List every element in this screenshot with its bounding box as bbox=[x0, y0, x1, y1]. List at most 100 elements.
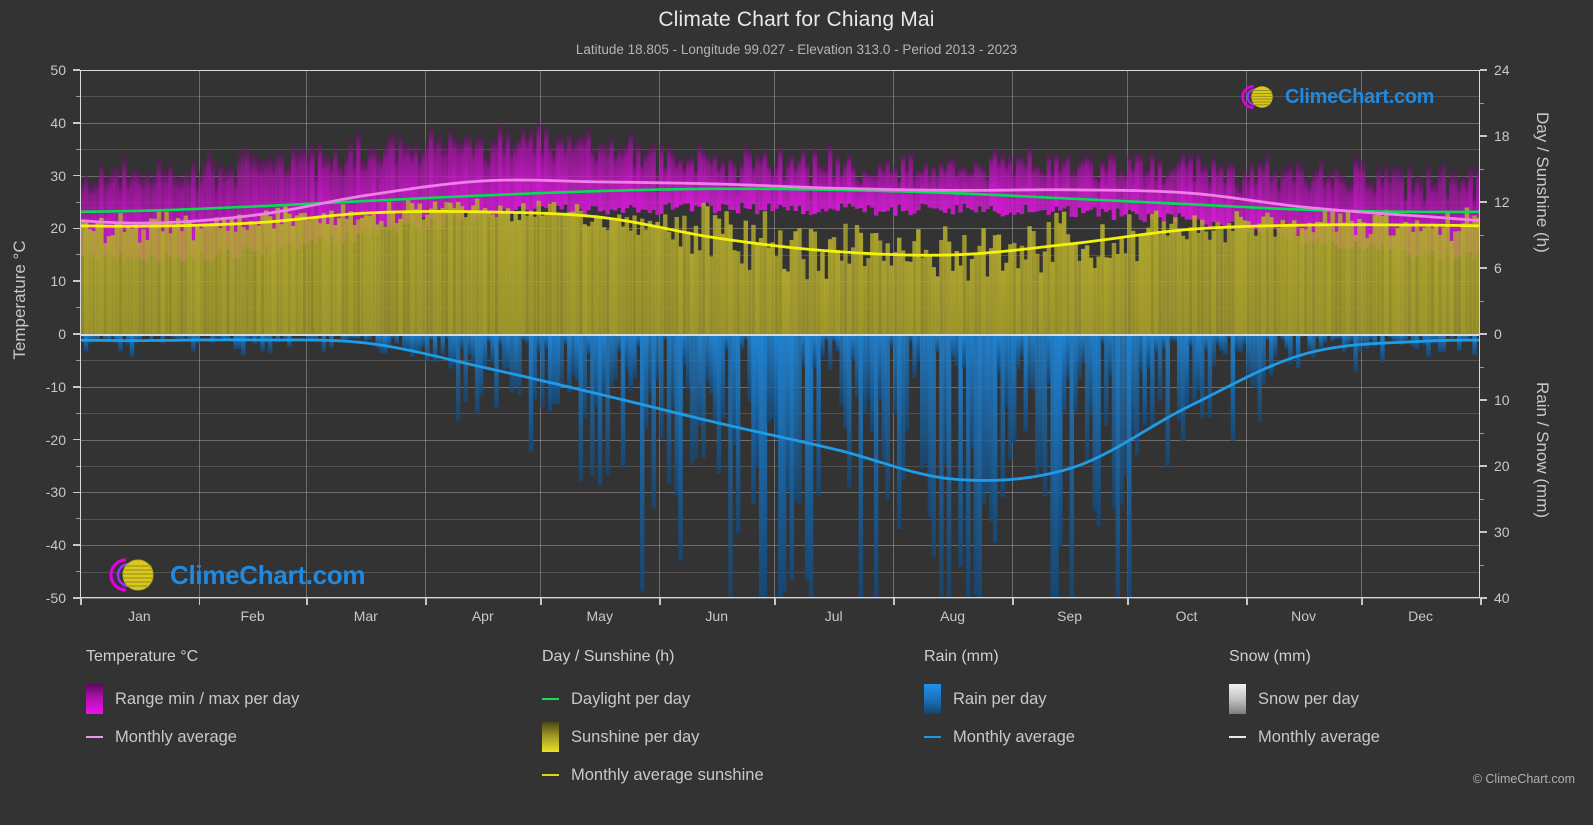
x-axis-tick-label: Oct bbox=[1175, 608, 1198, 624]
x-axis-tickmark bbox=[1361, 598, 1363, 605]
climechart-logo-icon bbox=[1241, 85, 1273, 109]
legend-item-temperature-range[interactable]: Range min / max per day bbox=[86, 680, 299, 718]
legend-item-temperature-average[interactable]: Monthly average bbox=[86, 718, 299, 756]
legend-item-snow-average[interactable]: Monthly average bbox=[1229, 718, 1380, 756]
y-axis-left-tick-label: 30 bbox=[50, 167, 66, 184]
y-axis-right-tickmark bbox=[1480, 69, 1487, 71]
y-axis-right-tickmark-minor bbox=[1480, 432, 1484, 434]
y-axis-left-tickmark bbox=[73, 227, 80, 230]
sunshine-per-day-area bbox=[80, 198, 1480, 334]
legend: Temperature °C Range min / max per day M… bbox=[0, 648, 1593, 808]
page-title: Climate Chart for Chiang Mai bbox=[658, 8, 935, 31]
temperature-range-swatch bbox=[86, 684, 103, 714]
x-axis-tick-label: Feb bbox=[240, 608, 265, 624]
y-axis-left-title: Temperature °C bbox=[10, 240, 29, 360]
x-axis-tickmark bbox=[306, 598, 308, 605]
y-axis-right-tickmark bbox=[1480, 267, 1487, 269]
y-axis-right-tickmark-minor bbox=[1480, 300, 1484, 302]
legend-item-snow[interactable]: Snow per day bbox=[1229, 680, 1380, 718]
y-axis-left-tick-label: -30 bbox=[45, 484, 66, 501]
y-axis-right-tickmark bbox=[1480, 201, 1487, 203]
x-axis-tickmark bbox=[1246, 598, 1248, 605]
gridline-horizontal bbox=[80, 598, 1480, 599]
legend-label: Monthly average bbox=[115, 727, 237, 746]
x-axis-tickmark bbox=[774, 598, 776, 605]
legend-item-sunshine[interactable]: Sunshine per day bbox=[542, 718, 764, 756]
y-axis-left-tickmark bbox=[73, 174, 80, 177]
y-axis-right-bottom-title: Rain / Snow (mm) bbox=[1533, 382, 1552, 519]
y-axis-right-tickmark bbox=[1480, 465, 1487, 467]
legend-item-sunshine-average[interactable]: Monthly average sunshine bbox=[542, 756, 764, 794]
y-axis-right-bottom-tick-label: 10 bbox=[1494, 392, 1510, 408]
chart-subtitle: Latitude 18.805 - Longitude 99.027 - Ele… bbox=[575, 42, 1018, 57]
y-axis-left-tickmark bbox=[73, 333, 80, 335]
y-axis-right-tickmark bbox=[1480, 135, 1487, 137]
y-axis-right-tickmark-minor bbox=[1480, 168, 1484, 170]
x-axis-tick-label: Mar bbox=[353, 608, 378, 624]
y-axis-left-tickmark bbox=[73, 386, 80, 388]
y-axis-right-tickmark-minor bbox=[1480, 564, 1484, 566]
x-axis-tickmark bbox=[1127, 598, 1129, 605]
y-axis-right-bottom-tick-label: 20 bbox=[1494, 458, 1510, 474]
x-axis-tickmark bbox=[1480, 598, 1482, 605]
y-axis-left-tickmark bbox=[73, 597, 80, 599]
x-axis-tick-label: Jan bbox=[128, 608, 151, 624]
y-axis-right-top-tick-label: 18 bbox=[1494, 128, 1510, 144]
plot-area: ClimeChart.com ClimeChart.com bbox=[80, 70, 1480, 599]
x-axis-tickmark bbox=[659, 598, 661, 605]
legend-label: Monthly average bbox=[953, 727, 1075, 746]
y-axis-right-tickmark-minor bbox=[1480, 234, 1484, 236]
legend-label: Daylight per day bbox=[571, 689, 691, 708]
y-axis-right-top-tick-label: 12 bbox=[1494, 194, 1510, 210]
legend-item-rain-average[interactable]: Monthly average bbox=[924, 718, 1075, 756]
y-axis-left-tickmark bbox=[73, 69, 80, 71]
legend-heading-snow: Snow (mm) bbox=[1229, 648, 1311, 665]
y-axis-left-tick-label: -40 bbox=[45, 537, 66, 554]
legend-item-daylight[interactable]: Daylight per day bbox=[542, 680, 764, 718]
snow-swatch bbox=[1229, 684, 1246, 714]
x-axis-tickmark bbox=[425, 598, 427, 605]
watermark-text: ClimeChart.com bbox=[1285, 85, 1435, 108]
x-axis-tick-label: Aug bbox=[940, 608, 966, 624]
y-axis-right-top-tick-label: 24 bbox=[1494, 62, 1510, 78]
rain-average-line-swatch bbox=[924, 735, 941, 739]
y-axis-left-tickmark bbox=[73, 491, 80, 494]
zero-baseline bbox=[80, 334, 1480, 336]
y-axis-left-tickmark bbox=[73, 280, 80, 282]
legend-label: Rain per day bbox=[953, 689, 1047, 708]
y-axis-right-tickmark bbox=[1480, 333, 1487, 335]
legend-heading-temperature: Temperature °C bbox=[86, 648, 199, 665]
legend-label: Monthly average bbox=[1258, 727, 1380, 746]
y-axis-left-tickmark bbox=[73, 122, 80, 124]
climate-chart: Climate Chart for Chiang Mai Latitude 18… bbox=[0, 0, 1593, 825]
watermark-text: ClimeChart.com bbox=[170, 559, 366, 590]
y-axis-right-tickmark-minor bbox=[1480, 498, 1484, 500]
y-axis-left-tickmark bbox=[73, 438, 80, 441]
x-axis-tick-label: Jul bbox=[824, 608, 843, 624]
watermark-logo-bottomleft: ClimeChart.com bbox=[96, 552, 365, 598]
sunshine-swatch bbox=[542, 722, 559, 752]
sunshine-average-line-swatch bbox=[542, 773, 559, 777]
legend-label: Snow per day bbox=[1258, 689, 1359, 708]
y-axis-right-tickmark bbox=[1480, 399, 1487, 401]
y-axis-right-bottom-tick-label: 30 bbox=[1494, 524, 1510, 540]
x-axis-tick-label: Dec bbox=[1408, 608, 1433, 624]
x-axis-tickmark bbox=[1012, 598, 1014, 605]
legend-label: Range min / max per day bbox=[115, 689, 300, 708]
y-axis-right-tickmark-minor bbox=[1480, 102, 1484, 104]
x-axis-tickmark bbox=[198, 598, 201, 605]
x-axis-tick-label: Sep bbox=[1057, 608, 1083, 624]
y-axis-right-bottom-tick-label: 40 bbox=[1494, 590, 1510, 606]
legend-column-rain: Rain (mm) Rain per day Monthly average bbox=[924, 648, 1075, 756]
legend-heading-day-sunshine: Day / Sunshine (h) bbox=[542, 648, 675, 665]
y-axis-right-top-tick-label: 0 bbox=[1494, 326, 1502, 342]
y-axis-left-tickmark bbox=[73, 544, 80, 546]
legend-label: Sunshine per day bbox=[571, 727, 700, 746]
y-axis-left-tick-label: 50 bbox=[50, 62, 66, 78]
legend-column-day-sunshine: Day / Sunshine (h) Daylight per day Suns… bbox=[542, 648, 764, 794]
climechart-logo-icon bbox=[109, 558, 154, 592]
y-axis-right-tickmark bbox=[1480, 531, 1487, 533]
legend-item-rain[interactable]: Rain per day bbox=[924, 680, 1075, 718]
temperature-average-line-swatch bbox=[86, 735, 103, 739]
x-axis-tick-label: Apr bbox=[471, 608, 494, 624]
